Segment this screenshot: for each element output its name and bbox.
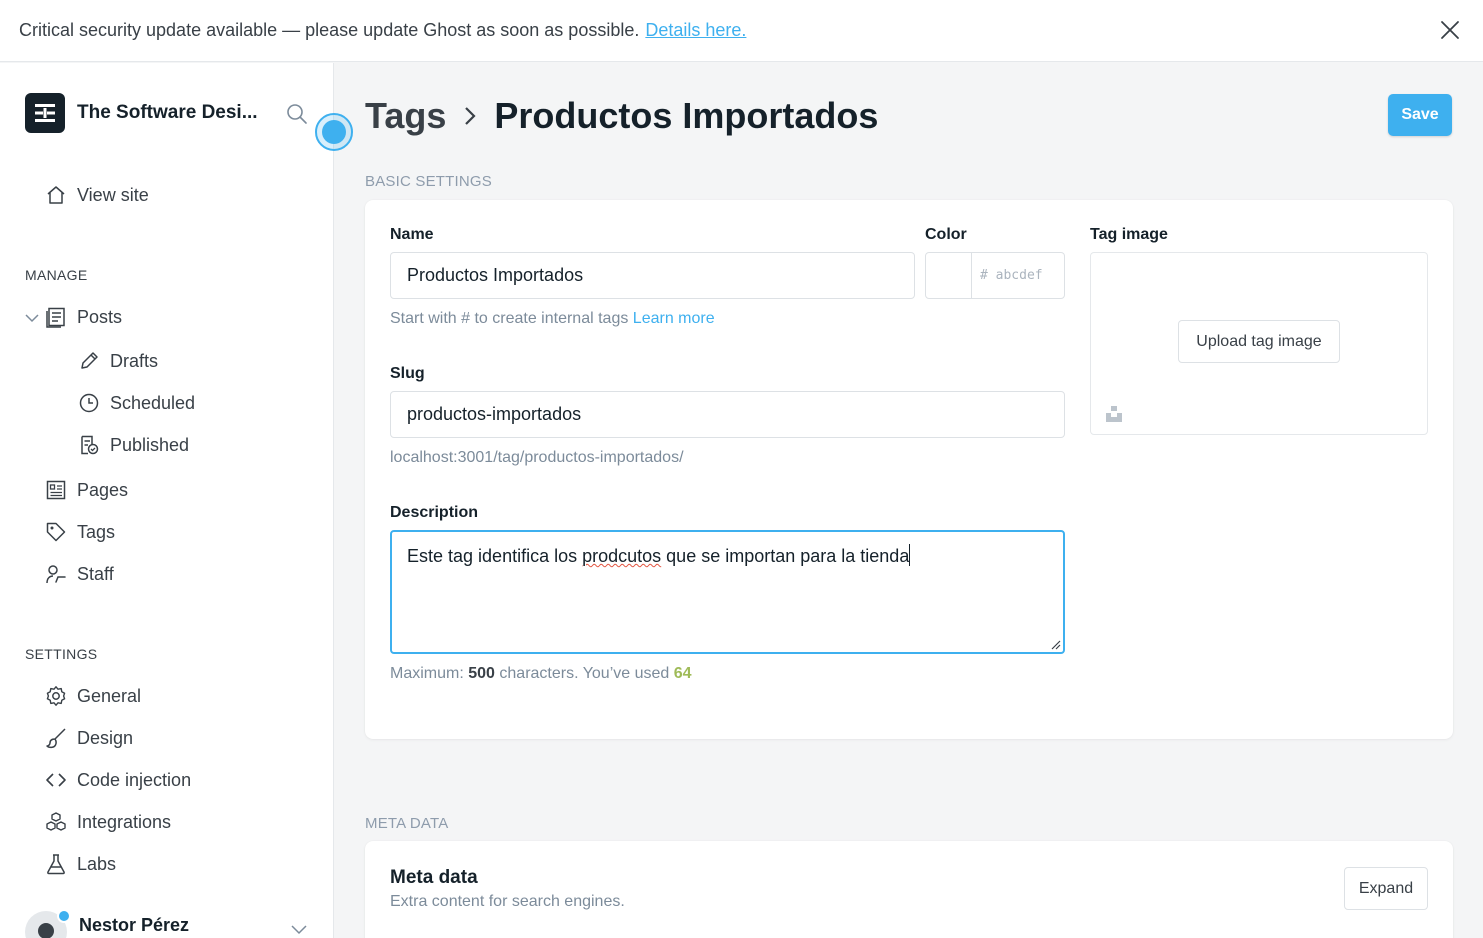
sidebar-item-staff[interactable]: Staff <box>45 563 114 585</box>
sidebar-item-label: Code injection <box>77 769 192 790</box>
sidebar-resize-handle[interactable] <box>315 113 353 151</box>
resize-grip-icon[interactable] <box>1049 638 1061 650</box>
tag-image-label: Tag image <box>1090 226 1168 243</box>
meta-data-card: Meta data Extra content for search engin… <box>365 841 1453 938</box>
sidebar-item-general[interactable]: General <box>45 685 141 707</box>
main-content: Tags Productos Importados Save BASIC SET… <box>335 63 1483 938</box>
clock-icon <box>79 393 99 413</box>
name-hint-text: Start with # to create internal tags <box>390 310 629 327</box>
breadcrumb-tags-link[interactable]: Tags <box>365 95 446 137</box>
text-caret <box>909 544 911 566</box>
basic-settings-heading: BASIC SETTINGS <box>365 173 492 190</box>
counter-middle: characters. You’ve used <box>499 665 670 682</box>
color-swatch[interactable] <box>926 253 972 298</box>
sidebar-item-drafts[interactable]: Drafts <box>78 350 158 372</box>
site-logo <box>25 93 65 133</box>
upload-tag-image-button[interactable]: Upload tag image <box>1178 320 1340 363</box>
chevron-down-icon[interactable] <box>290 923 308 935</box>
code-icon <box>46 773 66 787</box>
sidebar-item-label: Labs <box>77 853 117 874</box>
sidebar-item-label: Drafts <box>110 350 159 371</box>
misspelled-word: prodcutos <box>582 546 662 566</box>
view-site-link[interactable]: View site <box>45 184 149 206</box>
name-label: Name <box>390 226 434 243</box>
save-button[interactable]: Save <box>1388 94 1452 136</box>
meta-data-heading: META DATA <box>365 815 449 832</box>
expand-button[interactable]: Expand <box>1344 867 1428 910</box>
settings-heading: SETTINGS <box>25 646 98 662</box>
sidebar-item-code-injection[interactable]: Code injection <box>45 769 191 791</box>
view-site-label: View site <box>77 184 149 205</box>
name-hint: Start with # to create internal tags Lea… <box>390 310 715 328</box>
chevron-down-icon[interactable] <box>25 313 39 323</box>
description-label: Description <box>390 504 479 521</box>
avatar-status-badge <box>57 909 71 923</box>
sidebar-item-label: Scheduled <box>110 392 196 413</box>
banner-details-link[interactable]: Details here. <box>645 20 746 41</box>
sidebar-item-label: Staff <box>77 563 114 584</box>
description-text: Este tag identifica los <box>407 546 583 566</box>
user-menu[interactable]: Nestor Pérez <box>25 909 190 938</box>
close-icon[interactable] <box>1439 19 1461 41</box>
tag-image-uploader[interactable]: Upload tag image <box>1090 252 1428 435</box>
security-banner: Critical security update available — ple… <box>0 0 1483 62</box>
pages-icon <box>46 480 66 500</box>
sidebar-item-integrations[interactable]: Integrations <box>45 811 171 833</box>
sidebar-item-design[interactable]: Design <box>45 727 133 749</box>
chevron-right-icon <box>465 107 476 125</box>
flask-icon <box>47 854 65 875</box>
sidebar-item-scheduled[interactable]: Scheduled <box>78 392 195 414</box>
gear-icon <box>46 686 66 706</box>
sidebar-item-labs[interactable]: Labs <box>45 853 116 875</box>
learn-more-link[interactable]: Learn more <box>633 310 715 327</box>
site-logo-icon <box>35 104 55 122</box>
posts-icon <box>46 307 65 328</box>
slug-label: Slug <box>390 365 425 382</box>
staff-icon <box>46 565 66 584</box>
basic-settings-card: Name Productos Importados Start with # t… <box>365 200 1453 739</box>
description-textarea[interactable]: Este tag identifica los prodcutos que se… <box>390 530 1065 654</box>
counter-used: 64 <box>673 665 692 682</box>
pencil-icon <box>81 352 98 369</box>
counter-prefix: Maximum: <box>390 665 464 682</box>
color-label: Color <box>925 226 967 243</box>
breadcrumb: Tags Productos Importados <box>365 95 878 137</box>
unsplash-icon[interactable] <box>1105 405 1123 423</box>
sidebar-item-label: Published <box>110 434 190 455</box>
meta-data-subtitle: Extra content for search engines. <box>390 893 625 910</box>
sidebar-item-label: Posts <box>77 306 123 327</box>
sidebar-item-label: Design <box>77 727 134 748</box>
sidebar-item-label: Pages <box>77 479 129 500</box>
name-input[interactable]: Productos Importados <box>390 252 915 299</box>
user-name: Nestor Pérez <box>79 914 190 935</box>
brush-icon <box>46 728 66 749</box>
sidebar-item-published[interactable]: Published <box>78 434 189 456</box>
page-title: Productos Importados <box>494 95 879 136</box>
site-brand[interactable]: The Software Desi... <box>25 93 258 133</box>
tag-icon <box>46 522 66 542</box>
sidebar-item-label: Tags <box>77 521 116 542</box>
site-title: The Software Desi... <box>77 102 258 123</box>
published-icon <box>81 435 99 455</box>
sidebar-item-posts[interactable]: Posts <box>45 306 122 328</box>
banner-message: Critical security update available — ple… <box>19 20 640 40</box>
color-field[interactable]: # abcdef <box>925 252 1065 299</box>
search-icon[interactable] <box>286 103 308 125</box>
sidebar-item-pages[interactable]: Pages <box>45 479 128 501</box>
description-counter: Maximum: 500 characters. You’ve used 64 <box>390 665 692 683</box>
sidebar: The Software Desi... View site MANAGE Po… <box>0 63 334 938</box>
description-text: que se importan para la tienda <box>661 546 910 566</box>
sidebar-item-tags[interactable]: Tags <box>45 521 115 543</box>
color-hex-input[interactable]: # abcdef <box>972 253 1064 298</box>
meta-data-title: Meta data <box>390 867 478 888</box>
slug-input[interactable]: productos-importados <box>390 391 1065 438</box>
manage-heading: MANAGE <box>25 267 88 283</box>
counter-max: 500 <box>468 665 495 682</box>
integrations-icon <box>46 812 66 831</box>
slug-url: localhost:3001/tag/productos-importados/ <box>390 449 684 466</box>
sidebar-item-label: General <box>77 685 142 706</box>
home-icon <box>47 186 65 204</box>
sidebar-item-label: Integrations <box>77 811 172 832</box>
